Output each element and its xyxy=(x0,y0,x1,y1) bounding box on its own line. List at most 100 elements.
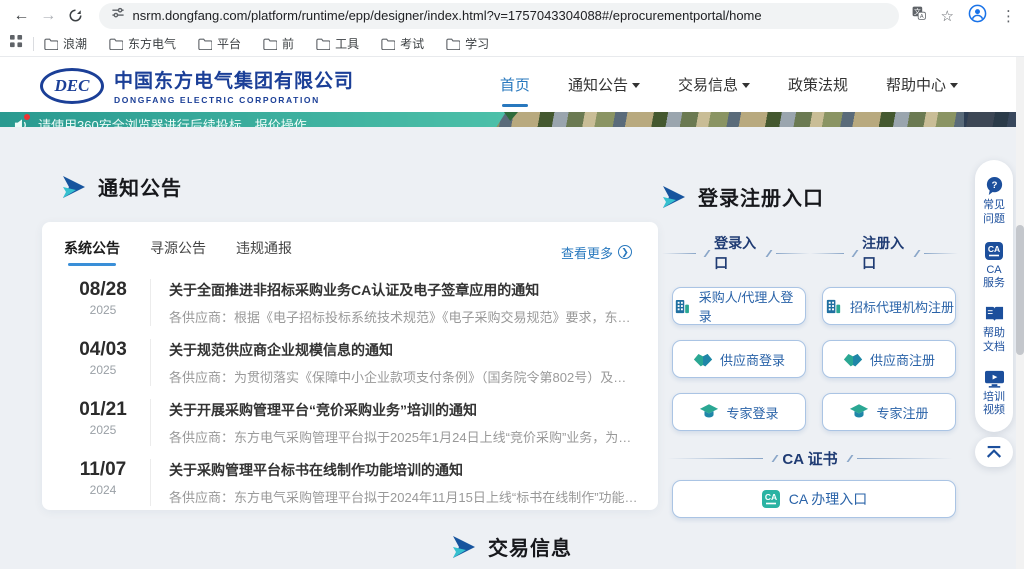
sidebar-item-label: 常见 问题 xyxy=(981,199,1007,227)
bookmark-folder[interactable]: 学习 xyxy=(446,35,489,52)
menu-dots-icon[interactable]: ⋮ xyxy=(1001,7,1016,25)
main-nav: 首页 通知公告 交易信息 政策法规 帮助中心 xyxy=(500,57,958,112)
nav-notices[interactable]: 通知公告 xyxy=(568,68,640,101)
translate-icon[interactable]: 文A xyxy=(911,5,927,26)
notice-year: 2024 xyxy=(64,483,142,497)
scrollbar-track[interactable] xyxy=(1016,57,1024,569)
notice-title[interactable]: 关于采购管理平台标书在线制作功能培训的通知 xyxy=(169,460,639,480)
bookmark-folder[interactable]: 考试 xyxy=(381,35,424,52)
company-logo[interactable]: DEC 中国东方电气集团有限公司 DONGFANG ELECTRIC CORPO… xyxy=(40,66,354,105)
arrow-icon xyxy=(452,536,476,558)
section-title: 通知公告 xyxy=(98,172,182,201)
ca-apply-button[interactable]: CA CA 办理入口 xyxy=(672,480,956,518)
alert-dot xyxy=(24,114,30,120)
group-labels: 登录入口 注册入口 xyxy=(662,233,958,273)
forward-icon[interactable]: → xyxy=(38,4,59,28)
notice-summary: 各供应商：为贯彻落实《保障中小企业款项支付条例》（国务院令第802号）及《中小企… xyxy=(169,367,639,386)
graduation-cap-icon xyxy=(699,403,719,421)
section-title: 登录注册入口 xyxy=(698,182,824,211)
browser-toolbar: ← → nsrm.dongfang.com/platform/runtime/e… xyxy=(0,0,1024,31)
bookmark-star-icon[interactable]: ☆ xyxy=(941,7,954,25)
profile-avatar-icon[interactable] xyxy=(968,4,987,28)
ca-service-shortcut[interactable]: CA CA 服务 xyxy=(981,235,1007,300)
notice-row[interactable]: 04/032025 关于规范供应商企业规模信息的通知各供应商：为贯彻落实《保障中… xyxy=(64,339,632,386)
expert-login-button[interactable]: 专家登录 xyxy=(672,393,806,431)
notice-year: 2025 xyxy=(64,423,142,437)
nav-help-center[interactable]: 帮助中心 xyxy=(886,68,958,101)
supplier-register-button[interactable]: 供应商注册 xyxy=(822,340,956,378)
toolbar-actions: 文A ☆ ⋮ xyxy=(911,4,1016,28)
faq-shortcut[interactable]: ? 常见 问题 xyxy=(981,170,1007,235)
bookmark-label: 浪潮 xyxy=(63,35,87,52)
notice-date: 04/03 xyxy=(64,339,142,361)
back-to-top-button[interactable] xyxy=(975,437,1013,467)
svg-text:CA: CA xyxy=(988,244,1000,254)
back-icon[interactable]: ← xyxy=(11,4,32,28)
dec-logo-icon: DEC xyxy=(40,68,104,104)
nav-home[interactable]: 首页 xyxy=(500,68,530,101)
notice-title[interactable]: 关于开展采购管理平台“竞价采购业务”培训的通知 xyxy=(169,400,639,420)
notice-row[interactable]: 11/072024 关于采购管理平台标书在线制作功能培训的通知各供应商：东方电气… xyxy=(64,459,632,506)
help-doc-shortcut[interactable]: 帮助 文档 xyxy=(981,299,1007,363)
url-text: nsrm.dongfang.com/platform/runtime/epp/d… xyxy=(133,8,762,23)
site-settings-icon[interactable] xyxy=(111,6,125,25)
refresh-icon[interactable] xyxy=(65,4,86,28)
question-icon: ? xyxy=(984,176,1005,196)
sidebar-item-label: CA 服务 xyxy=(981,264,1007,292)
back-to-top-icon xyxy=(985,445,1003,459)
buyer-agent-login-button[interactable]: 采购人/代理人登录 xyxy=(672,287,806,325)
bookmark-folder[interactable]: 平台 xyxy=(198,35,241,52)
scrollbar-thumb[interactable] xyxy=(1016,225,1024,355)
floating-sidebar: ? 常见 问题 CA CA 服务 帮助 文档 培训 视频 xyxy=(975,160,1013,432)
tab-sourcing-notices[interactable]: 寻源公告 xyxy=(150,238,206,266)
url-bar[interactable]: nsrm.dongfang.com/platform/runtime/epp/d… xyxy=(99,3,899,29)
notice-summary: 各供应商：东方电气采购管理平台拟于2025年1月24日上线“竞价采购”业务，为帮… xyxy=(169,427,639,446)
chevron-down-icon xyxy=(742,83,750,88)
login-section-header: 登录注册入口 xyxy=(662,182,958,211)
notice-year: 2025 xyxy=(64,303,142,317)
video-icon xyxy=(984,369,1005,388)
bookmark-label: 东方电气 xyxy=(128,35,176,52)
bookmark-folder[interactable]: 浪潮 xyxy=(44,35,87,52)
ca-icon: CA xyxy=(761,489,781,509)
notice-summary: 各供应商：根据《电子招标投标系统技术规范》《电子采购交易规范》要求，东方电气采购… xyxy=(169,307,639,326)
svg-text:?: ? xyxy=(991,180,997,191)
arrow-icon xyxy=(62,176,86,198)
bid-agency-register-button[interactable]: 招标代理机构注册 xyxy=(822,287,956,325)
view-more-link[interactable]: 查看更多 ❯ xyxy=(561,243,632,262)
notice-date: 08/28 xyxy=(64,279,142,301)
notice-summary: 各供应商：东方电气采购管理平台拟于2024年11月15日上线“标书在线制作”功能… xyxy=(169,487,639,506)
bookmark-folder[interactable]: 东方电气 xyxy=(109,35,176,52)
notice-date: 11/07 xyxy=(64,459,142,481)
notices-card: 系统公告 寻源公告 违规通报 查看更多 ❯ 08/28 2025 关于全面推进非招… xyxy=(42,222,658,510)
nav-policies[interactable]: 政策法规 xyxy=(788,68,848,101)
section-title: 交易信息 xyxy=(488,532,572,561)
bookmark-folder[interactable]: 工具 xyxy=(316,35,359,52)
main-content: 通知公告 系统公告 寻源公告 违规通报 查看更多 ❯ 08/28 2025 关于全… xyxy=(0,127,1024,569)
expert-register-button[interactable]: 专家注册 xyxy=(822,393,956,431)
tab-system-notices[interactable]: 系统公告 xyxy=(64,238,120,266)
nav-trade-info[interactable]: 交易信息 xyxy=(678,68,750,101)
ca-icon: CA xyxy=(984,241,1004,261)
notice-title[interactable]: 关于规范供应商企业规模信息的通知 xyxy=(169,340,639,360)
supplier-login-button[interactable]: 供应商登录 xyxy=(672,340,806,378)
notice-title[interactable]: 关于全面推进非招标采购业务CA认证及电子签章应用的通知 xyxy=(169,280,639,300)
notice-row[interactable]: 01/212025 关于开展采购管理平台“竞价采购业务”培训的通知各供应商：东方… xyxy=(64,399,632,446)
bookmark-folder[interactable]: 前 xyxy=(263,35,294,52)
login-register-panel: 登录注册入口 登录入口 注册入口 采购人/代理人登录 招标代理机构注册 xyxy=(662,127,958,518)
site-header: DEC 中国东方电气集团有限公司 DONGFANG ELECTRIC CORPO… xyxy=(0,57,1024,112)
notice-year: 2025 xyxy=(64,363,142,377)
bookmark-label: 考试 xyxy=(400,35,424,52)
chevron-right-circle-icon: ❯ xyxy=(618,245,632,259)
sidebar-item-label: 帮助 文档 xyxy=(981,327,1007,355)
company-name: 中国东方电气集团有限公司 xyxy=(114,66,354,93)
notice-row[interactable]: 08/282025 关于全面推进非招标采购业务CA认证及电子签章应用的通知各供应… xyxy=(64,279,632,326)
notice-date: 01/21 xyxy=(64,399,142,421)
tab-violation-reports[interactable]: 违规通报 xyxy=(236,238,292,266)
notice-tabs: 系统公告 寻源公告 违规通报 查看更多 ❯ xyxy=(64,238,632,266)
chevron-down-icon xyxy=(950,83,958,88)
apps-grid-icon[interactable] xyxy=(10,35,23,53)
bookmarks-bar: 浪潮 东方电气 平台 前 工具 考试 学习 xyxy=(0,31,1024,57)
company-name-en: DONGFANG ELECTRIC CORPORATION xyxy=(114,95,354,105)
training-video-shortcut[interactable]: 培训 视频 xyxy=(981,363,1007,427)
